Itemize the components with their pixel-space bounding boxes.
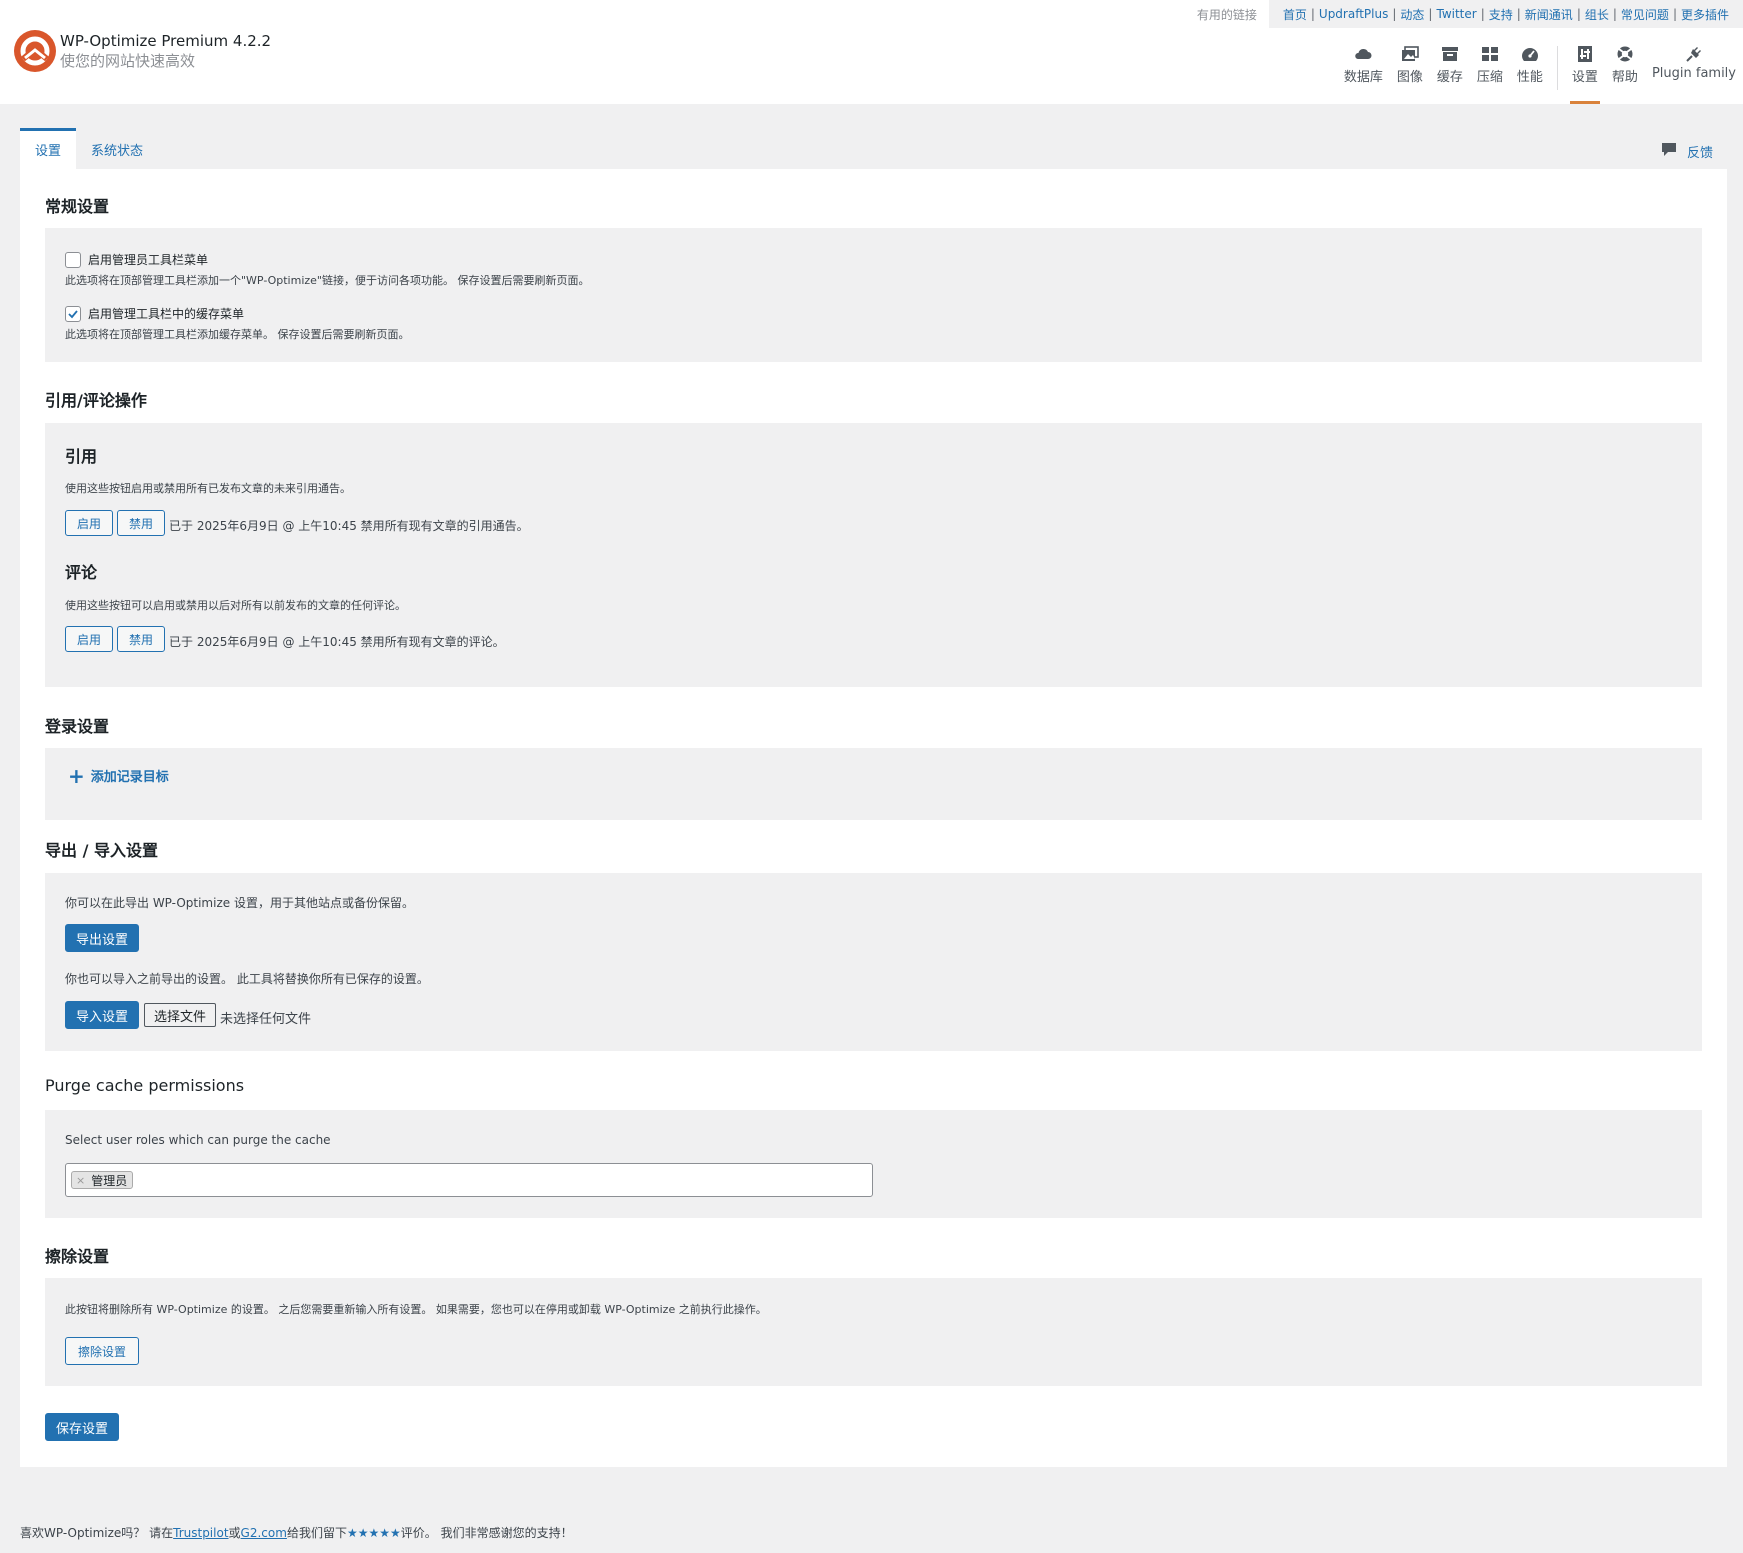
role-chip: × 管理员 — [71, 1171, 134, 1189]
cache-menu-description: 此选项将在顶部管理工具栏添加缓存菜单。 保存设置后需要刷新页面。 — [65, 328, 410, 341]
nav-settings-label: 设置 — [1571, 70, 1598, 85]
wipe-description: 此按钮将删除所有 WP-Optimize 的设置。 之后您需要重新输入所有设置。… — [65, 1303, 767, 1316]
trackbacks-title: 引用 — [65, 447, 98, 466]
cloud-icon — [1354, 46, 1372, 62]
choose-file-button[interactable]: 选择文件 — [144, 1003, 216, 1027]
plugin-icon — [1685, 46, 1703, 62]
trackbacks-enable-button[interactable]: 启用 — [65, 510, 113, 536]
export-import-heading: 导出 / 导入设置 — [45, 841, 158, 860]
link-support[interactable]: 支持 — [1489, 6, 1513, 23]
role-chip-label: 管理员 — [91, 1173, 128, 1188]
comments-description: 使用这些按钮可以启用或禁用以后对所有以前发布的文章的任何评论。 — [65, 599, 406, 612]
logging-settings-panel — [45, 748, 1702, 820]
link-home[interactable]: 首页 — [1283, 6, 1307, 23]
trackbacks-comments-heading: 引用/评论操作 — [45, 391, 147, 410]
add-logging-destination-link[interactable]: + 添加记录目标 — [68, 763, 169, 788]
purge-permissions-description: Select user roles which can purge the ca… — [65, 1133, 331, 1147]
comments-title: 评论 — [65, 563, 98, 582]
useful-links-list: 首页 | UpdraftPlus | 动态 | Twitter | 支持 | 新闻通讯 | … — [1268, 0, 1743, 28]
admin-bar-label: 启用管理员工具栏菜单 — [88, 253, 209, 267]
comment-icon — [1661, 141, 1677, 161]
wipe-settings-heading: 擦除设置 — [45, 1247, 110, 1266]
checkmark-icon — [68, 310, 78, 319]
comments-enable-button[interactable]: 启用 — [65, 626, 113, 652]
trackbacks-status: 已于 2025年6月9日 @ 上午10:45 禁用所有现有文章的引用通告。 — [169, 519, 529, 533]
import-description: 你也可以导入之前导出的设置。 此工具将替换你所有已保存的设置。 — [65, 972, 429, 986]
cache-menu-checkbox[interactable] — [65, 306, 81, 322]
nav-minify[interactable]: 压缩 — [1470, 46, 1510, 104]
purge-permissions-heading: Purge cache permissions — [45, 1076, 245, 1095]
useful-links-label: 有用的链接 — [1196, 7, 1257, 22]
plugin-subtitle: 使您的网站快速高效 — [60, 52, 196, 70]
nav-database-label: 数据库 — [1343, 70, 1383, 85]
export-description: 你可以在此导出 WP-Optimize 设置，用于其他站点或备份保留。 — [65, 896, 414, 910]
footer-mid: 给我们留下 — [286, 1526, 347, 1540]
footer-or: 或 — [228, 1526, 241, 1540]
tab-settings[interactable]: 设置 — [20, 128, 77, 169]
footer-prefix: 喜欢WP-Optimize吗？ 请在 — [20, 1526, 174, 1540]
admin-bar-checkbox[interactable] — [65, 252, 81, 268]
link-team-lead[interactable]: 组长 — [1585, 6, 1609, 23]
trackbacks-disable-button[interactable]: 禁用 — [117, 510, 165, 536]
link-faq[interactable]: 常见问题 — [1621, 6, 1669, 23]
dashboard-icon — [1521, 46, 1539, 62]
add-logging-destination-label: 添加记录目标 — [90, 770, 169, 785]
plugin-header: WP-Optimize Premium 4.2.2 使您的网站快速高效 有用的链… — [0, 0, 1743, 104]
nav-minify-label: 压缩 — [1476, 70, 1503, 85]
plus-icon: + — [68, 763, 85, 788]
trustpilot-link[interactable]: Trustpilot — [173, 1526, 228, 1540]
save-settings-button[interactable]: 保存设置 — [45, 1413, 119, 1441]
footer-suffix: 评价。 我们非常感谢您的支持！ — [400, 1526, 573, 1540]
link-twitter[interactable]: Twitter — [1436, 7, 1476, 21]
grid-icon — [1481, 46, 1499, 62]
remove-chip-icon[interactable]: × — [76, 1174, 85, 1187]
useful-links-bar: 有用的链接 首页 | UpdraftPlus | 动态 | Twitter | 支持 | … — [1185, 0, 1743, 28]
comments-disable-button[interactable]: 禁用 — [117, 626, 165, 652]
link-news[interactable]: 动态 — [1400, 6, 1424, 23]
rating-stars: ★★★★★ — [346, 1526, 401, 1540]
archive-icon — [1441, 46, 1459, 62]
nav-performance[interactable]: 性能 — [1510, 46, 1550, 104]
cache-menu-label: 启用管理工具栏中的缓存菜单 — [88, 307, 245, 321]
settings-icon — [1576, 46, 1594, 62]
g2-link[interactable]: G2.com — [241, 1526, 287, 1540]
nav-plugin-family-label: Plugin family — [1651, 66, 1736, 81]
user-roles-select[interactable]: × 管理员 — [65, 1163, 873, 1197]
lifebuoy-icon — [1616, 46, 1634, 62]
nav-plugin-family[interactable]: Plugin family — [1645, 46, 1743, 104]
nav-cache[interactable]: 缓存 — [1430, 46, 1470, 104]
feedback-link[interactable]: 反馈 — [1661, 141, 1713, 161]
footer-review-text: 喜欢WP-Optimize吗？ 请在Trustpilot或G2.com给我们留下… — [20, 1524, 573, 1541]
nav-divider — [1556, 46, 1558, 90]
nav-database[interactable]: 数据库 — [1337, 46, 1390, 104]
nav-cache-label: 缓存 — [1436, 70, 1463, 85]
tab-system-status[interactable]: 系统状态 — [76, 128, 158, 169]
general-settings-heading: 常规设置 — [45, 197, 110, 216]
nav-settings[interactable]: 设置 — [1565, 46, 1605, 104]
wipe-settings-panel — [45, 1278, 1702, 1386]
nav-help[interactable]: 帮助 — [1605, 46, 1645, 104]
settings-tabs: 设置 系统状态 — [20, 128, 158, 169]
import-settings-button[interactable]: 导入设置 — [65, 1001, 139, 1029]
trackbacks-description: 使用这些按钮启用或禁用所有已发布文章的未来引用通告。 — [65, 482, 351, 495]
link-newsletter[interactable]: 新闻通讯 — [1525, 6, 1573, 23]
nav-images-label: 图像 — [1396, 70, 1423, 85]
main-nav: 数据库 图像 缓存 压缩 性能 设置 帮助 Plugin family — [1337, 46, 1743, 104]
no-file-chosen-text: 未选择任何文件 — [220, 1012, 312, 1027]
nav-help-label: 帮助 — [1611, 70, 1638, 85]
nav-images[interactable]: 图像 — [1390, 46, 1430, 104]
wipe-settings-button[interactable]: 擦除设置 — [65, 1337, 139, 1365]
wp-optimize-logo-icon — [13, 29, 57, 73]
logging-settings-heading: 登录设置 — [45, 717, 110, 736]
export-settings-button[interactable]: 导出设置 — [65, 924, 139, 952]
nav-performance-label: 性能 — [1516, 70, 1543, 85]
admin-bar-description: 此选项将在顶部管理工具栏添加一个"WP-Optimize"链接，便于访问各项功能… — [65, 274, 590, 287]
link-updraftplus[interactable]: UpdraftPlus — [1319, 7, 1388, 21]
plugin-title: WP-Optimize Premium 4.2.2 — [60, 32, 272, 50]
link-more-plugins[interactable]: 更多插件 — [1681, 6, 1729, 23]
comments-status: 已于 2025年6月9日 @ 上午10:45 禁用所有现有文章的评论。 — [169, 635, 505, 649]
images-icon — [1401, 46, 1419, 62]
feedback-label: 反馈 — [1686, 145, 1713, 161]
